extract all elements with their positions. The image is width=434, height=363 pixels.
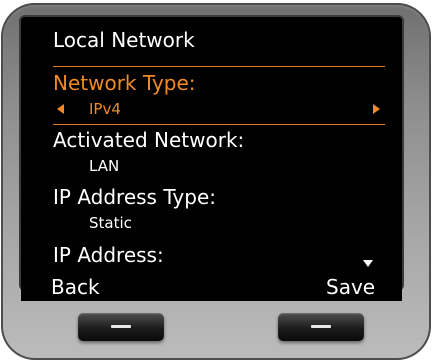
softkey-save-label[interactable]: Save bbox=[326, 273, 375, 301]
screen-title: Local Network bbox=[53, 28, 195, 52]
display-screen: Local Network Network Type: IPv4 Activat… bbox=[31, 22, 391, 284]
dash-icon bbox=[311, 325, 331, 328]
field-ip-address-type-label[interactable]: IP Address Type: bbox=[53, 183, 216, 211]
triangle-down-icon bbox=[363, 260, 373, 267]
phone-device: Local Network Network Type: IPv4 Activat… bbox=[1, 3, 431, 360]
field-network-type-label[interactable]: Network Type: bbox=[53, 69, 196, 97]
triangle-left-icon[interactable] bbox=[57, 104, 64, 114]
field-activated-network-label[interactable]: Activated Network: bbox=[53, 126, 244, 154]
left-softkey-button[interactable] bbox=[78, 313, 164, 341]
selection-divider bbox=[53, 124, 385, 125]
right-softkey-button[interactable] bbox=[278, 313, 364, 341]
softkey-back-label[interactable]: Back bbox=[51, 273, 100, 301]
softkey-bar: Back Save bbox=[21, 273, 402, 301]
field-activated-network-value: LAN bbox=[89, 157, 120, 175]
field-ip-address-type-value: Static bbox=[89, 214, 132, 232]
triangle-right-icon[interactable] bbox=[373, 104, 380, 114]
field-network-type-value[interactable]: IPv4 bbox=[89, 99, 121, 119]
title-divider bbox=[53, 66, 385, 67]
dash-icon bbox=[111, 325, 131, 328]
field-ip-address-label[interactable]: IP Address: bbox=[53, 241, 164, 269]
